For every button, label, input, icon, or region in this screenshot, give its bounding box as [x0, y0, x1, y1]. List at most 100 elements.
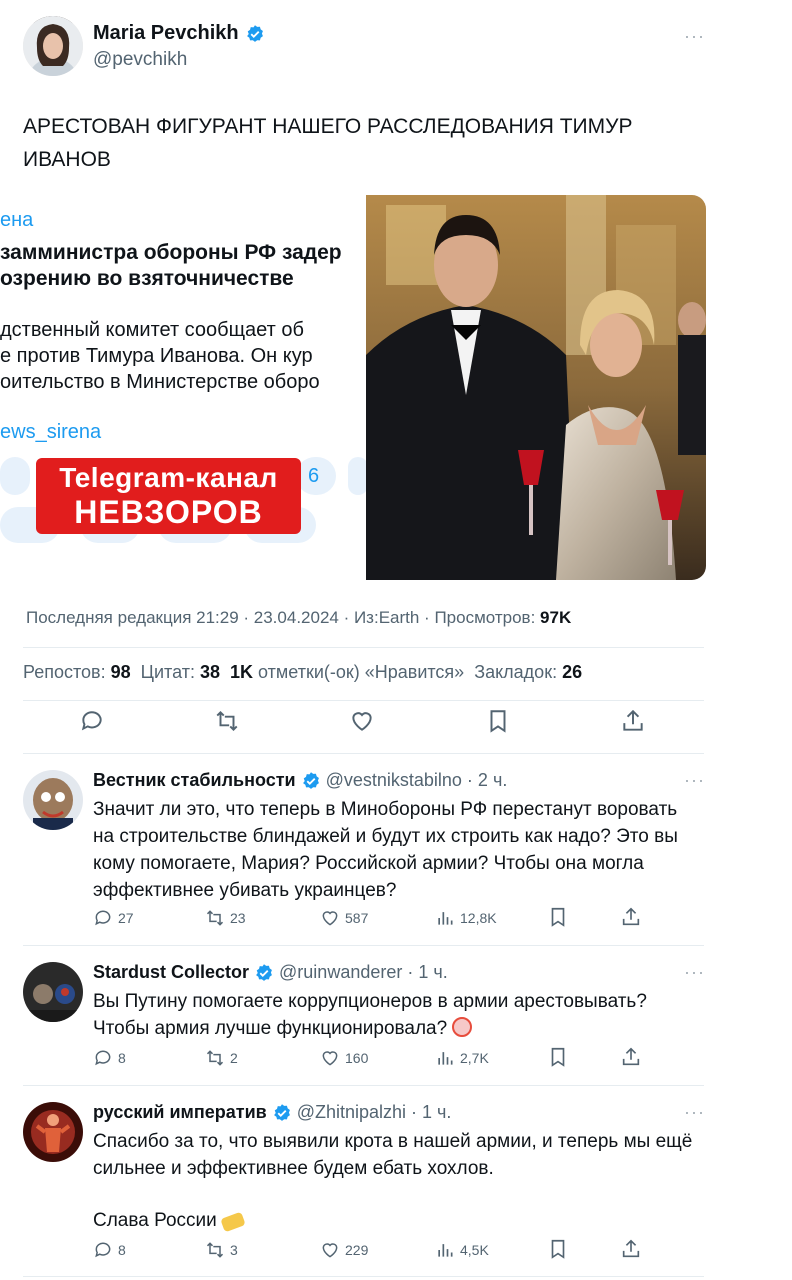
embedded-headline-1: замминистра обороны РФ задер [0, 241, 342, 264]
quotes-label[interactable]: Цитат: [141, 662, 195, 682]
views-count: 12,8K [460, 910, 497, 926]
divider [23, 1276, 704, 1277]
reply-line-with-emoji: Чтобы армия лучше функционировала? [93, 1015, 703, 1042]
reply-author[interactable]: Вестник стабильности @vestnikstabilno · … [93, 770, 507, 791]
reply-avatar[interactable] [23, 770, 83, 830]
repost-icon [206, 1050, 224, 1066]
reposts-count: 23 [230, 910, 246, 926]
reaction-count: 6 [308, 465, 320, 487]
likes-count: 160 [345, 1050, 369, 1066]
reply-line: Слава России [93, 1210, 217, 1231]
more-options-icon[interactable]: ··· [684, 962, 705, 983]
reply-line-with-emoji: Слава России [93, 1207, 703, 1234]
clown-emoji-icon [452, 1017, 473, 1037]
reply-views[interactable]: 4,5K [435, 1240, 489, 1260]
bookmark-icon[interactable] [485, 708, 511, 734]
share-icon[interactable] [620, 1046, 642, 1068]
replies-count: 8 [118, 1242, 126, 1258]
bookmarks-count[interactable]: 26 [562, 662, 582, 682]
author-name[interactable]: Maria Pevchikh [93, 22, 265, 45]
reposts-count[interactable]: 98 [111, 662, 131, 682]
divider [23, 945, 704, 946]
embedded-body-2: е против Тимура Иванова. Он кур [0, 345, 313, 367]
verified-badge-icon [256, 963, 272, 981]
reply-author-name[interactable]: Вестник стабильности [93, 770, 296, 791]
verified-badge-icon [273, 1103, 290, 1121]
badge-line-1: Telegram-канал [59, 462, 278, 493]
reaction-pill [0, 457, 30, 495]
embedded-body-3: оительство в Министерстве оборо [0, 371, 320, 393]
reply-replies[interactable]: 8 [93, 1048, 126, 1068]
like-icon [322, 911, 338, 926]
reply-replies[interactable]: 27 [93, 908, 134, 928]
reply-author-name[interactable]: русский императив [93, 1102, 267, 1123]
reply-reposts[interactable]: 3 [205, 1240, 238, 1260]
embedded-channel: ена [0, 209, 34, 231]
share-icon[interactable] [620, 708, 646, 734]
reaction-pill [348, 457, 366, 495]
reposts-count: 3 [230, 1242, 238, 1258]
more-options-icon[interactable]: ··· [684, 26, 705, 47]
reply-views[interactable]: 2,7K [435, 1048, 489, 1068]
repost-icon [206, 910, 224, 926]
post-text: АРЕСТОВАН ФИГУРАНТ НАШЕГО РАССЛЕДОВАНИЯ … [23, 115, 633, 171]
reply-avatar[interactable] [23, 962, 83, 1022]
reply-replies[interactable]: 8 [93, 1240, 126, 1260]
reply-author[interactable]: Stardust Collector @ruinwanderer · 1 ч. [93, 962, 448, 983]
embedded-screenshot[interactable]: ена замминистра обороны РФ задер озрению… [0, 195, 366, 580]
reply-reposts[interactable]: 2 [205, 1048, 238, 1068]
reply-author-handle[interactable]: @ruinwanderer · 1 ч. [279, 962, 448, 983]
post-action-bar [23, 708, 704, 748]
more-options-icon[interactable]: ··· [684, 770, 705, 791]
like-icon [322, 1051, 338, 1066]
likes-label[interactable]: отметки(-ок) «Нравится» [258, 662, 464, 682]
reposts-count: 2 [230, 1050, 238, 1066]
repost-icon [206, 1242, 224, 1258]
like-icon [322, 1243, 338, 1258]
reply-icon [95, 1242, 111, 1258]
reply-line: кому помогаете, Мария? Российской армии?… [93, 853, 644, 874]
reply-text: Вы Путину помогаете коррупционеров в арм… [93, 988, 703, 1042]
replies-count: 8 [118, 1050, 126, 1066]
reply-icon [95, 910, 111, 926]
like-icon[interactable] [349, 708, 375, 734]
share-icon[interactable] [620, 906, 642, 928]
views-icon [438, 1052, 453, 1065]
post-stats: Репостов: 98 Цитат: 38 1K отметки(-ок) «… [23, 662, 582, 683]
reply-likes[interactable]: 229 [320, 1240, 368, 1260]
author-avatar[interactable] [23, 16, 83, 76]
reply-text: Значит ли это, что теперь в Минобороны Р… [93, 796, 703, 904]
post-photo[interactable] [366, 195, 706, 580]
bookmarks-label[interactable]: Закладок: [474, 662, 557, 682]
divider [23, 753, 704, 754]
more-options-icon[interactable]: ··· [684, 1102, 705, 1123]
share-icon[interactable] [620, 1238, 642, 1260]
views-count: 4,5K [460, 1242, 489, 1258]
views-count: 97K [540, 608, 572, 627]
reposts-label[interactable]: Репостов: [23, 662, 106, 682]
reply-author-name[interactable]: Stardust Collector [93, 962, 249, 983]
author-handle[interactable]: @pevchikh [93, 49, 187, 71]
reply-icon [95, 1050, 111, 1066]
reply-views[interactable]: 12,8K [435, 908, 497, 928]
quotes-count[interactable]: 38 [200, 662, 220, 682]
repost-icon[interactable] [214, 708, 240, 734]
reply-avatar[interactable] [23, 1102, 83, 1162]
views-icon [438, 1244, 453, 1257]
reply-likes[interactable]: 160 [320, 1048, 368, 1068]
reply-author[interactable]: русский императив @Zhitnipalzhi · 1 ч. [93, 1102, 451, 1123]
reply-icon[interactable] [79, 708, 105, 734]
reply-author-handle[interactable]: @vestnikstabilno · 2 ч. [326, 770, 508, 791]
reply-reposts[interactable]: 23 [205, 908, 246, 928]
reply-author-handle[interactable]: @Zhitnipalzhi · 1 ч. [297, 1102, 452, 1123]
replies-count: 27 [118, 910, 134, 926]
views-icon [438, 912, 453, 925]
badge-line-2: НЕВЗОРОВ [74, 494, 263, 530]
author-name-text[interactable]: Maria Pevchikh [93, 22, 239, 45]
bookmark-icon[interactable] [547, 906, 569, 928]
reply-likes[interactable]: 587 [320, 908, 368, 928]
likes-count[interactable]: 1K [230, 662, 253, 682]
divider [23, 1085, 704, 1086]
bookmark-icon[interactable] [547, 1046, 569, 1068]
bookmark-icon[interactable] [547, 1238, 569, 1260]
